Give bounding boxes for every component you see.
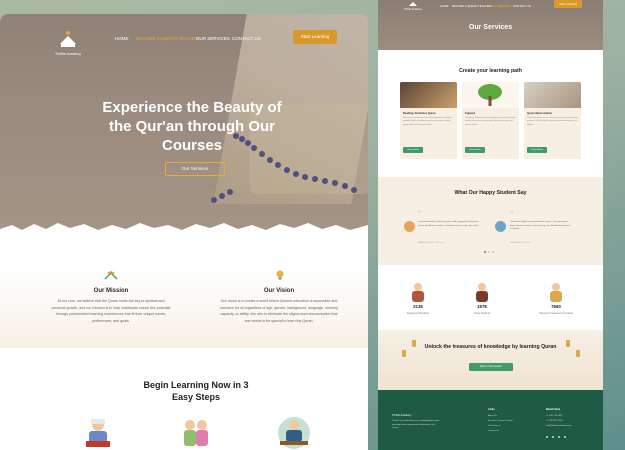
card-title: Reading, Recitation Quran (403, 112, 436, 115)
lantern-icon (402, 350, 406, 357)
footer-about: Thriftie Quran Academy is an independent… (392, 420, 440, 430)
service-card-tajweed: Tajweed The Quran Tajweed course will he… (462, 82, 519, 159)
lantern-icon (412, 340, 416, 347)
vision-text: Our vision is to create a world where Qu… (220, 299, 338, 323)
home-page-preview: Thriftie Academy HOME BECOME A QURAN TEA… (0, 14, 368, 450)
mission-title: Our Mission (93, 288, 129, 294)
footer-logo-text: Thriftie Academy (392, 414, 412, 417)
footer-phone[interactable]: +1 416 987 6543 (546, 420, 562, 422)
testimonials-title: What Our Happy Student Say (454, 190, 527, 196)
lightbulb-icon (276, 270, 284, 280)
card-title: Quran Memorization (527, 112, 553, 115)
testimonial-author: SAMER HATTAM, 10 Lesson (418, 242, 444, 244)
nav-home[interactable]: HOME (440, 4, 448, 8)
view-details-button[interactable]: View details (465, 147, 485, 153)
stat-label: Classroom Sessions Completed (538, 312, 573, 315)
member-illustration (412, 283, 424, 302)
footer-phone[interactable]: +1 416 123 4567 (546, 415, 562, 417)
footer-email[interactable]: info@thriftieacademy.com (546, 425, 571, 427)
book-trial-button[interactable]: Book a Trial Session (469, 363, 513, 371)
hero-section: Thriftie Academy HOME BECOME A QURAN TEA… (0, 14, 368, 232)
facebook-icon[interactable] (546, 436, 548, 438)
steps-title: Begin Learning Now in 3 Easy Steps (143, 380, 249, 402)
learning-path-title: Create your learning path (459, 68, 522, 74)
quote-icon: “ (510, 209, 513, 219)
services-title: Our Services (468, 24, 513, 31)
instagram-icon[interactable] (552, 436, 554, 438)
footer-link[interactable]: Become a Quran Teacher (488, 420, 513, 422)
logo-text: Thriftie Academy (54, 52, 82, 56)
testimonial-text: I found this highly recommend their serv… (510, 221, 570, 231)
classroom-illustration (550, 283, 562, 302)
hero-title: Experience the Beauty of the Qur'an thro… (102, 99, 282, 154)
stat-value: 2135 (413, 304, 423, 309)
nav-become-teacher[interactable]: BECOME A QURAN TEACHER (136, 36, 199, 41)
stat-value: 1578 (477, 304, 487, 309)
nav-our-services[interactable]: OUR SERVICES (490, 4, 511, 8)
footer-links-heading: Links (488, 408, 495, 411)
lantern-icon (566, 340, 570, 347)
stat-value: 7660 (551, 304, 561, 309)
services-page-preview: Thriftie Academy HOME BECOME A QURAN TEA… (378, 0, 603, 450)
quran-stand-icon (104, 271, 118, 280)
tajweed-tree-image (462, 82, 519, 108)
our-services-button[interactable]: Our Services (165, 162, 225, 176)
mission-text: At our core, we believe that the Quran h… (51, 299, 171, 323)
logo-text: Thriftie Academy (404, 8, 422, 11)
linkedin-icon[interactable] (558, 436, 560, 438)
avatar (495, 221, 506, 232)
avatar (404, 221, 415, 232)
carousel-dot[interactable] (488, 251, 490, 253)
card-text: Read and memorize the Quran at your own … (527, 117, 578, 126)
service-card-memorization: Quran Memorization Read and memorize the… (524, 82, 581, 159)
card-title: Tajweed (465, 112, 476, 115)
nav-contact-us[interactable]: CONTACT US (232, 36, 261, 41)
cta-title: Unlock the treasures of knowledge by lea… (424, 344, 557, 350)
card-text: This course will take you to read and pr… (403, 117, 452, 126)
stat-label: Active Students (473, 312, 491, 315)
carousel-dot[interactable] (484, 251, 486, 253)
student-reading-illustration (86, 419, 110, 447)
nav-our-services[interactable]: OUR SERVICES (196, 36, 230, 41)
quran-reading-image (400, 82, 457, 108)
stat-label: Registered Members (406, 312, 430, 315)
footer: Thriftie Academy Thriftie Quran Academy … (378, 390, 603, 450)
students-group-illustration (184, 420, 208, 446)
memorization-image (524, 82, 581, 108)
card-text: The Quran Tajweed course will help you r… (465, 117, 516, 126)
testimonial-text: I received teachers that keep your child… (418, 221, 479, 227)
nav-become-teacher[interactable]: BECOME A QURAN TEACHER (452, 4, 491, 8)
carousel-dot[interactable] (492, 251, 494, 253)
lantern-icon (576, 350, 580, 357)
student-illustration (476, 283, 488, 302)
footer-contact-heading: Reach Now (546, 408, 560, 411)
testimonial-author: SANGHEDI, 12 Lesson (510, 242, 531, 244)
footer-link[interactable]: Contact Us (488, 430, 499, 432)
start-learning-button[interactable]: Start Learning (293, 30, 337, 44)
teacher-desk-illustration (278, 417, 310, 449)
vision-title: Our Vision (263, 288, 295, 294)
footer-link[interactable]: About Us (488, 415, 497, 417)
academy-logo-icon[interactable] (56, 28, 80, 50)
twitter-icon[interactable] (564, 436, 566, 438)
quote-icon: “ (418, 209, 421, 219)
service-card-reading: Reading, Recitation Quran This course wi… (400, 82, 457, 159)
cta-section (378, 330, 603, 390)
view-details-button[interactable]: View details (527, 147, 547, 153)
services-hero: Thriftie Academy HOME BECOME A QURAN TEA… (378, 0, 603, 50)
nav-contact-us[interactable]: CONTACT US (513, 4, 531, 8)
nav-home[interactable]: HOME (115, 36, 129, 41)
academy-logo-icon[interactable] (408, 0, 418, 8)
start-learning-button[interactable]: Start Learning (554, 0, 582, 8)
view-details-button[interactable]: View details (403, 147, 423, 153)
footer-link[interactable]: Our Services (488, 425, 501, 427)
